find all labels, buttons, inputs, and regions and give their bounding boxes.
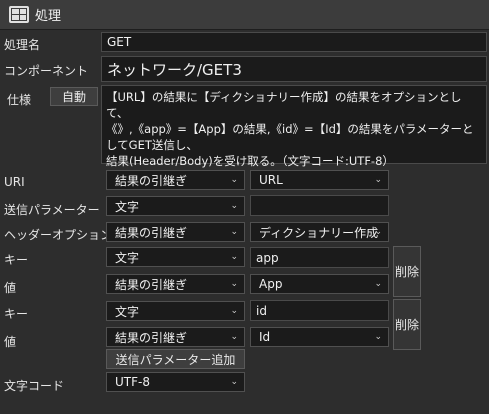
value1-target-select[interactable]: App ⌄ <box>250 274 389 294</box>
uri-target-select[interactable]: URL ⌄ <box>250 170 389 190</box>
charset-value: UTF-8 <box>115 375 150 389</box>
table-icon <box>9 6 29 23</box>
header-option-target-value: ディクショナリー作成 <box>259 225 379 240</box>
key1-label: キー <box>4 253 29 267</box>
process-name-field[interactable]: GET <box>101 32 487 52</box>
key2-value-field[interactable]: id <box>250 300 389 321</box>
key2-source-value: 文字 <box>115 304 140 319</box>
component-field[interactable]: ネットワーク/GET3 <box>101 56 487 82</box>
chevron-down-icon: ⌄ <box>230 227 238 237</box>
header-option-label: ヘッダーオプション <box>4 228 113 242</box>
send-params-value-field[interactable] <box>250 195 389 216</box>
send-params-source-select[interactable]: 文字 ⌄ <box>106 196 245 216</box>
send-params-label: 送信パラメーター <box>4 203 100 217</box>
key1-source-value: 文字 <box>115 250 140 265</box>
value2-source-value: 結果の引継ぎ <box>115 330 188 345</box>
value1-source-value: 結果の引継ぎ <box>115 277 188 292</box>
chevron-down-icon: ⌄ <box>230 332 238 342</box>
spec-textarea[interactable]: 【URL】の結果に【ディクショナリー作成】の結果をオプションとして、 《》,《a… <box>101 85 487 168</box>
value2-target-select[interactable]: Id ⌄ <box>250 327 389 347</box>
header-option-target-select[interactable]: ディクショナリー作成 ⌄ <box>250 222 389 242</box>
uri-source-value: 結果の引継ぎ <box>115 173 188 188</box>
title-bar: 処理 <box>0 0 489 30</box>
key2-source-select[interactable]: 文字 ⌄ <box>106 301 245 321</box>
value2-label: 値 <box>4 335 17 349</box>
uri-target-value: URL <box>259 173 283 187</box>
value1-target-value: App <box>259 277 283 291</box>
chevron-down-icon: ⌄ <box>230 377 238 387</box>
chevron-down-icon: ⌄ <box>374 332 382 342</box>
chevron-down-icon: ⌄ <box>230 306 238 316</box>
chevron-down-icon: ⌄ <box>230 279 238 289</box>
value2-source-select[interactable]: 結果の引継ぎ ⌄ <box>106 327 245 347</box>
header-option-source-select[interactable]: 結果の引継ぎ ⌄ <box>106 222 245 242</box>
charset-label: 文字コード <box>4 379 65 393</box>
value2-target-value: Id <box>259 330 271 344</box>
send-params-source-value: 文字 <box>115 199 140 214</box>
spec-label: 仕様 <box>7 93 32 107</box>
value1-label: 値 <box>4 281 17 295</box>
delete-pair2-button[interactable]: 削除 <box>393 299 421 350</box>
chevron-down-icon: ⌄ <box>374 175 382 185</box>
uri-source-select[interactable]: 結果の引継ぎ ⌄ <box>106 170 245 190</box>
chevron-down-icon: ⌄ <box>230 252 238 262</box>
chevron-down-icon: ⌄ <box>374 227 382 237</box>
add-param-button[interactable]: 送信パラメーター追加 <box>106 349 245 369</box>
header-option-source-value: 結果の引継ぎ <box>115 225 188 240</box>
component-label: コンポーネント <box>4 64 89 78</box>
window-title: 処理 <box>35 9 62 24</box>
key1-value-field[interactable]: app <box>250 247 389 268</box>
chevron-down-icon: ⌄ <box>374 279 382 289</box>
key1-source-select[interactable]: 文字 ⌄ <box>106 247 245 267</box>
chevron-down-icon: ⌄ <box>230 201 238 211</box>
value1-source-select[interactable]: 結果の引継ぎ ⌄ <box>106 274 245 294</box>
auto-button[interactable]: 自動 <box>50 87 98 106</box>
chevron-down-icon: ⌄ <box>230 175 238 185</box>
charset-select[interactable]: UTF-8 ⌄ <box>106 372 245 392</box>
key2-label: キー <box>4 307 29 321</box>
process-name-label: 処理名 <box>4 38 41 52</box>
uri-label: URI <box>4 175 25 189</box>
delete-pair1-button[interactable]: 削除 <box>393 246 421 297</box>
